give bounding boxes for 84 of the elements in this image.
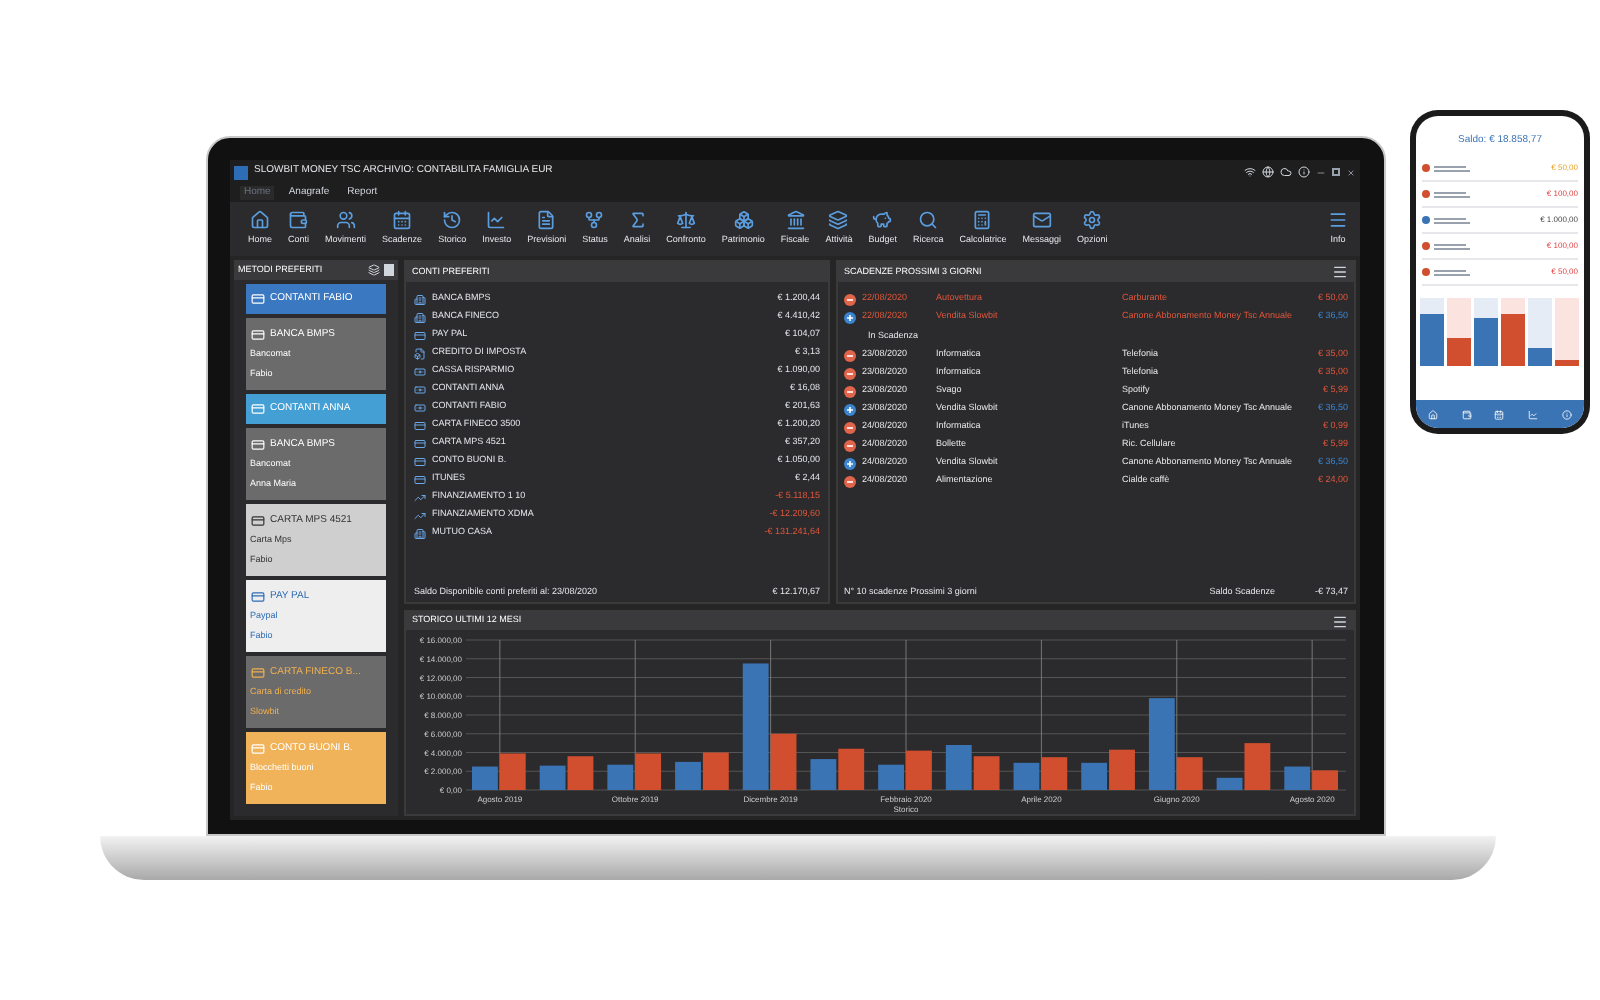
account-icon [414,419,426,431]
card-icon [250,665,266,680]
history-icon [442,210,463,231]
globe-icon[interactable] [1262,166,1274,178]
account-icon [414,347,426,359]
minus-icon [844,439,856,451]
app-logo-icon [234,165,248,179]
bar [675,762,701,791]
minus-icon [844,367,856,379]
account-icon [414,329,426,341]
account-icon [414,383,426,395]
bar [635,754,662,791]
minus-icon [844,385,856,397]
account-icon [414,401,426,413]
bank-icon [785,210,806,231]
fork-icon [584,210,605,231]
account-icon [414,509,426,521]
bar [702,753,729,791]
wifi-icon [1244,166,1256,178]
bar [1013,763,1040,791]
minus-icon [1422,242,1430,250]
scale-icon [676,210,697,231]
bar [810,759,837,791]
minus-icon [1422,268,1430,276]
account-icon [414,437,426,449]
card-icon [250,513,266,528]
info-icon[interactable] [1298,166,1310,178]
bar [1041,757,1068,791]
home-icon [250,210,270,231]
boxes-icon [733,210,754,231]
bar [567,756,594,791]
wallet-icon [288,210,309,231]
cloud-icon[interactable] [1280,166,1292,178]
menu-icon [1328,210,1348,231]
bar [945,745,972,791]
mail-icon [1031,210,1052,231]
account-icon [414,491,426,503]
account-icon [414,473,426,485]
piggy-bank-icon [872,210,893,231]
card-icon [250,292,266,306]
tab-icon[interactable] [1562,409,1573,419]
card-icon [250,402,266,416]
minus-icon [844,293,856,305]
card-icon [250,589,266,604]
minus-icon [844,475,856,487]
account-icon [414,527,426,539]
maximize-icon[interactable] [1332,168,1340,176]
plus-icon [844,403,856,415]
layers-icon [828,210,849,231]
menu-icon[interactable] [1332,613,1348,630]
plus-icon [1422,216,1430,224]
card-icon [250,327,266,342]
menu-icon[interactable] [1332,264,1348,280]
minus-icon [1422,190,1430,198]
account-icon [414,293,426,305]
account-icon [414,365,426,377]
bar [539,766,566,791]
search-icon [918,210,939,231]
layout-icon[interactable] [368,264,380,276]
sigma-icon [627,210,647,231]
plus-icon [844,311,856,323]
people-icon [335,210,356,231]
bar [1312,771,1338,791]
account-icon [414,455,426,467]
bar [1284,767,1311,791]
document-icon [536,210,557,231]
account-icon [414,311,426,323]
tab-icon[interactable] [1427,409,1438,419]
bar [838,749,865,791]
minus-icon [844,349,856,361]
tab-icon[interactable] [1494,409,1505,419]
calendar-icon [392,210,413,231]
tab-icon[interactable] [1528,409,1539,419]
card-icon [250,741,266,756]
bar [607,765,634,791]
minus-icon [1422,164,1430,172]
settings-icon [1082,210,1103,231]
card-icon [250,437,266,452]
tab-icon[interactable] [1461,409,1472,419]
plus-icon [844,457,856,469]
line-chart-icon [486,210,507,231]
minus-icon [844,421,856,433]
calculator-icon [972,210,993,231]
bar [973,756,1000,791]
